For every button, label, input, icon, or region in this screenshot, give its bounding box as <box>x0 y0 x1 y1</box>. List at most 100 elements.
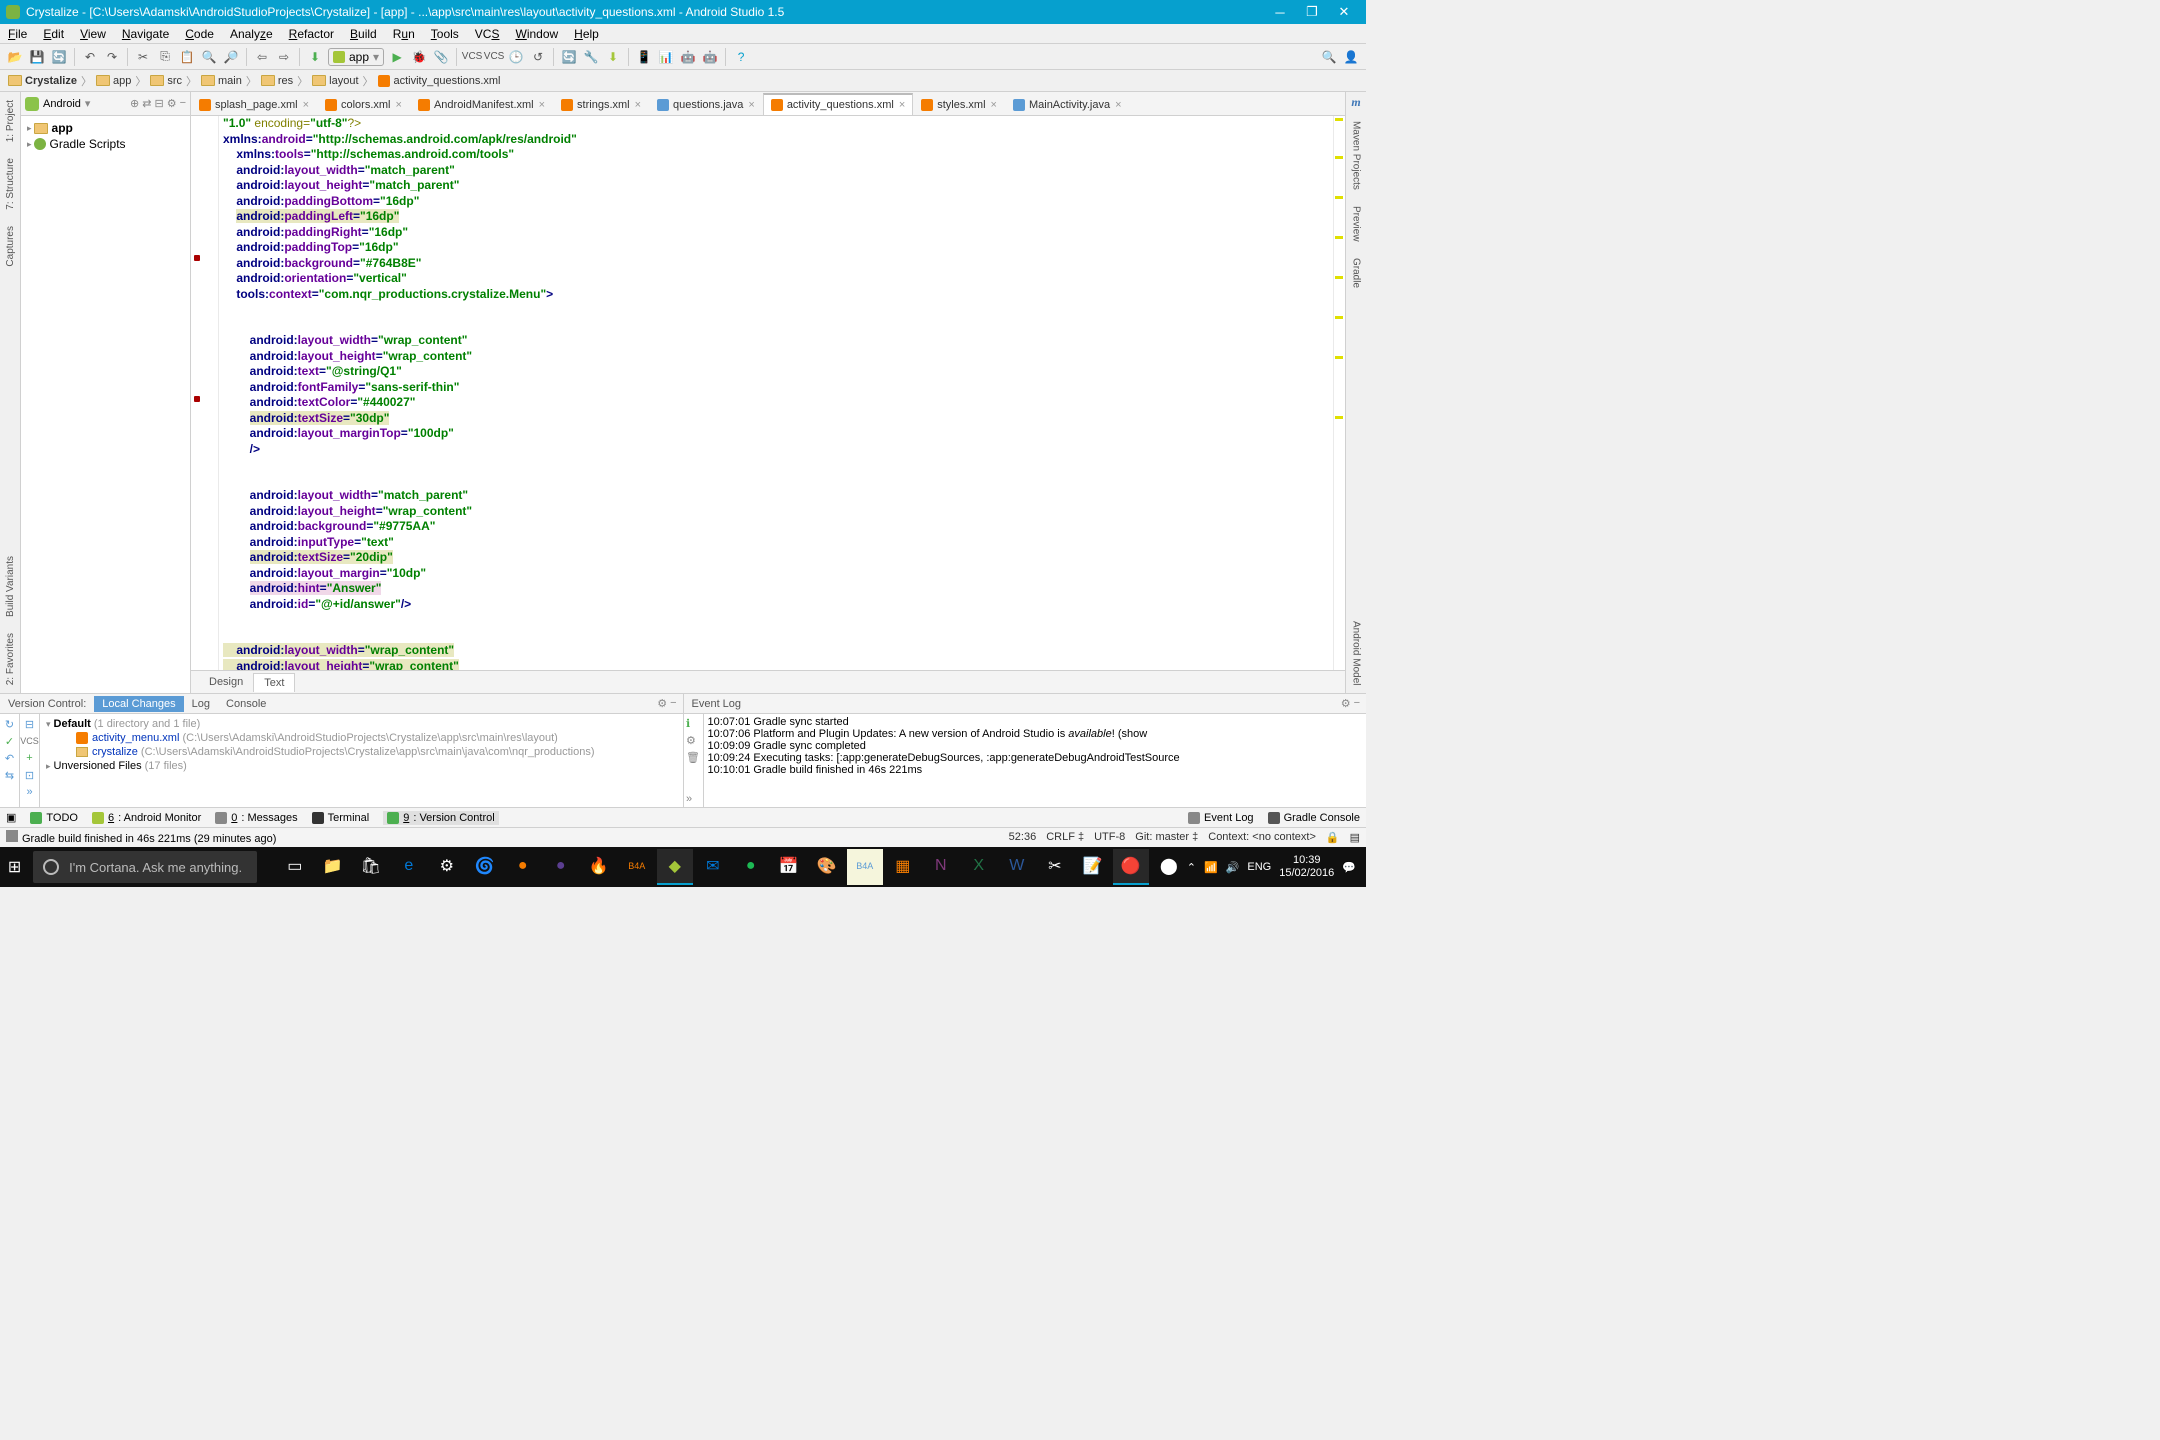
app-b4a-icon[interactable]: B4A <box>619 849 655 885</box>
crumb-app[interactable]: app <box>96 75 131 87</box>
back-icon[interactable]: ⇦ <box>253 48 271 66</box>
app-paint-icon[interactable]: 🎨 <box>809 849 845 885</box>
vcs-history-icon[interactable]: 🕒 <box>507 48 525 66</box>
app-github-icon[interactable]: ⬤ <box>1151 849 1187 885</box>
tool-messages[interactable]: 0: Messages <box>215 812 297 824</box>
app-excel-icon[interactable]: X <box>961 849 997 885</box>
close-tab-icon[interactable]: × <box>635 99 641 111</box>
rollback-icon[interactable]: ↶ <box>3 751 17 765</box>
tool-gradle-console[interactable]: Gradle Console <box>1268 812 1360 824</box>
menu-run[interactable]: Run <box>385 27 423 41</box>
editor-tab[interactable]: splash_page.xml× <box>191 93 317 115</box>
app-word-icon[interactable]: W <box>999 849 1035 885</box>
app-store-icon[interactable]: 🛍 <box>353 849 389 885</box>
search-everywhere-icon[interactable]: 🔍 <box>1320 48 1338 66</box>
menu-edit[interactable]: Edit <box>35 27 72 41</box>
attach-icon[interactable]: 📎 <box>432 48 450 66</box>
cortana-search[interactable]: I'm Cortana. Ask me anything. <box>33 851 257 883</box>
toolwindow-favorites[interactable]: 2: Favorites <box>3 625 18 693</box>
monitor-icon[interactable]: 📊 <box>657 48 675 66</box>
chevron-down-icon[interactable]: ▾ <box>85 97 91 110</box>
sync-project-icon[interactable]: 🔄 <box>560 48 578 66</box>
android-debug-icon[interactable]: 🤖 <box>701 48 719 66</box>
tree-node-gradle[interactable]: ▸Gradle Scripts <box>27 136 184 152</box>
gear-icon[interactable]: ⚙ <box>167 97 177 110</box>
user-icon[interactable]: 👤 <box>1342 48 1360 66</box>
cut-icon[interactable]: ✂ <box>134 48 152 66</box>
toolwindow-preview[interactable]: Preview <box>1349 198 1364 250</box>
editor-tab[interactable]: styles.xml× <box>913 93 1005 115</box>
vc-content[interactable]: ▾Default (1 directory and 1 file) activi… <box>40 714 683 807</box>
vcs-commit-icon[interactable]: VCS <box>485 48 503 66</box>
editor-gutter[interactable] <box>191 116 219 670</box>
app-calendar-icon[interactable]: 📅 <box>771 849 807 885</box>
help-icon[interactable]: ? <box>732 48 750 66</box>
crumb-main[interactable]: main <box>201 75 242 87</box>
info-icon[interactable]: ℹ <box>686 717 700 731</box>
toolwindow-build-variants[interactable]: Build Variants <box>3 548 18 625</box>
scroll-icon[interactable]: ⊕ <box>130 97 139 110</box>
hide-icon[interactable]: − <box>180 97 186 110</box>
vcs-update-icon[interactable]: VCS <box>463 48 481 66</box>
editor-tab[interactable]: colors.xml× <box>317 93 410 115</box>
gear-icon[interactable]: ⚙ <box>1341 697 1351 710</box>
maximize-button[interactable]: ❐ <box>1296 4 1328 20</box>
status-linesep[interactable]: CRLF ‡ <box>1046 831 1084 844</box>
collapse-icon[interactable]: ⊟ <box>154 97 163 110</box>
editor-text[interactable]: "1.0" encoding="utf-8"?> xmlns:android="… <box>219 116 1333 670</box>
breakpoint-marker[interactable] <box>194 396 200 402</box>
tray-network-icon[interactable]: 📶 <box>1204 861 1218 874</box>
minimize-button[interactable]: ─ <box>1264 5 1296 20</box>
app-spotify-icon[interactable]: ● <box>733 849 769 885</box>
tray-notifications-icon[interactable]: 💬 <box>1342 861 1356 874</box>
app-torch-icon[interactable]: 🔥 <box>581 849 617 885</box>
debug-icon[interactable]: 🐞 <box>410 48 428 66</box>
editor-tab[interactable]: AndroidManifest.xml× <box>410 93 553 115</box>
gear-icon[interactable]: ⚙ <box>657 697 667 710</box>
crumb-root[interactable]: Crystalize <box>8 75 77 87</box>
expand-icon[interactable]: ⊡ <box>23 768 37 782</box>
copy-icon[interactable]: ⎘ <box>156 48 174 66</box>
app-app1-icon[interactable]: ● <box>505 849 541 885</box>
close-tab-icon[interactable]: × <box>396 99 402 111</box>
taskview-icon[interactable]: ▭ <box>277 849 313 885</box>
redo-icon[interactable]: ↷ <box>103 48 121 66</box>
toolwindow-structure[interactable]: 7: Structure <box>3 150 18 218</box>
menu-refactor[interactable]: Refactor <box>281 27 342 41</box>
menu-vcs[interactable]: VCS <box>467 27 508 41</box>
start-button[interactable]: ⊞ <box>0 847 29 887</box>
app-outlook-icon[interactable]: ✉ <box>695 849 731 885</box>
menu-tools[interactable]: Tools <box>423 27 467 41</box>
tool-android-monitor[interactable]: 6: Android Monitor <box>92 812 201 824</box>
make-icon[interactable]: ⬇ <box>306 48 324 66</box>
find-icon[interactable]: 🔍 <box>200 48 218 66</box>
editor-marker-bar[interactable] <box>1333 116 1345 670</box>
menu-icon[interactable]: ▤ <box>1350 831 1360 844</box>
app-explorer-icon[interactable]: 📁 <box>315 849 351 885</box>
tool-version-control[interactable]: 9: Version Control <box>383 811 498 825</box>
app-snip-icon[interactable]: ✂ <box>1037 849 1073 885</box>
status-git[interactable]: Git: master ‡ <box>1135 831 1198 844</box>
app-blizzard-icon[interactable]: 🌀 <box>467 849 503 885</box>
vc-file[interactable]: activity_menu.xml (C:\Users\Adamski\Andr… <box>46 731 677 745</box>
tool-terminal[interactable]: Terminal <box>312 812 370 824</box>
crumb-layout[interactable]: layout <box>312 75 358 87</box>
open-icon[interactable]: 📂 <box>6 48 24 66</box>
menu-navigate[interactable]: Navigate <box>114 27 177 41</box>
editor-tab[interactable]: activity_questions.xml× <box>763 93 913 115</box>
status-encoding[interactable]: UTF-8 <box>1094 831 1125 844</box>
breakpoint-marker[interactable] <box>194 255 200 261</box>
clear-icon[interactable]: 🗑 <box>686 751 700 765</box>
eventlog-text[interactable]: 10:07:01 Gradle sync started10:07:06 Pla… <box>704 714 1367 807</box>
toolwindow-maven[interactable]: Maven Projects <box>1349 113 1364 198</box>
tab-design[interactable]: Design <box>199 673 253 691</box>
app-steam-icon[interactable]: ⚙ <box>429 849 465 885</box>
close-tab-icon[interactable]: × <box>1115 99 1121 111</box>
tray-volume-icon[interactable]: 🔊 <box>1226 861 1240 874</box>
menu-help[interactable]: Help <box>566 27 607 41</box>
tool-event-log[interactable]: Event Log <box>1188 812 1254 824</box>
sdk-manager-icon[interactable]: ⬇ <box>604 48 622 66</box>
avd-manager-icon[interactable]: 📱 <box>635 48 653 66</box>
crumb-file[interactable]: activity_questions.xml <box>378 75 501 87</box>
vc-tab-local-changes[interactable]: Local Changes <box>94 696 183 712</box>
